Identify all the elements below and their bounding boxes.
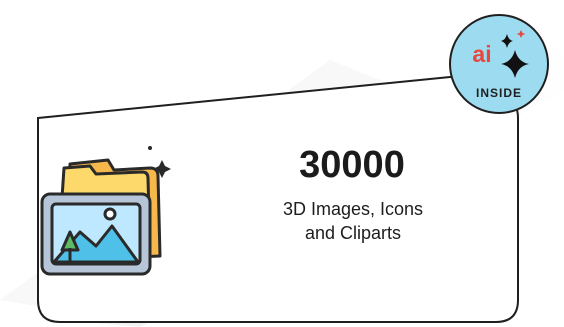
badge-inside-label: INSIDE [475,86,522,100]
stat-description-line2: and Cliparts [304,223,402,243]
stat-count: 30000 [299,144,405,186]
image-folder-icon [30,138,180,278]
stat-description: 3D Images, Icons and Cliparts [240,197,466,245]
badge-ai-label: ai [472,41,492,67]
stat-description-line1: 3D Images, Icons [282,199,424,219]
ai-inside-badge [449,14,549,114]
